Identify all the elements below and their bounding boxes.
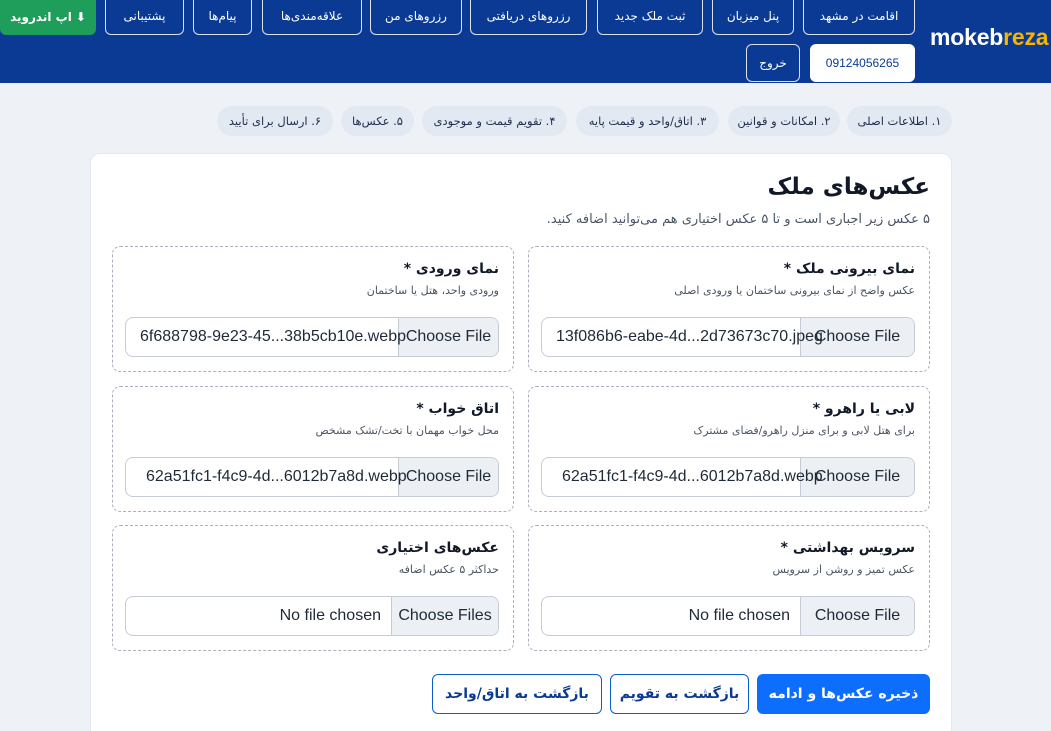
logout-button[interactable]: خروج: [746, 44, 800, 82]
selected-file-name: 6f688798-9e23-45...38b5cb10e.webp: [140, 328, 406, 345]
slot-hint: ورودی واحد، هتل یا ساختمان: [366, 284, 499, 297]
photo-slot-bedroom: اتاق خواب * محل خواب مهمان با تخت/تشک مش…: [112, 386, 514, 512]
step-price-calendar[interactable]: ۴. تقویم قیمت و موجودی: [422, 106, 567, 136]
nav-stay-mashhad-button[interactable]: اقامت در مشهد: [803, 0, 915, 35]
back-to-calendar-button[interactable]: بازگشت به تقویم: [610, 674, 749, 714]
slot-title: سرویس بهداشتی *: [780, 540, 915, 556]
save-photos-continue-button[interactable]: ذخیره عکس‌ها و ادامه: [757, 674, 930, 714]
slot-title: لابی یا راهرو *: [812, 401, 915, 417]
page-subtitle: ۵ عکس زیر اجباری است و تا ۵ عکس اختیاری …: [546, 212, 930, 227]
slot-hint: عکس تمیز و روشن از سرویس: [772, 563, 915, 576]
slot-hint: حداکثر ۵ عکس اضافه: [398, 563, 499, 576]
nav-my-bookings-button[interactable]: رزروهای من: [370, 0, 462, 35]
photo-slot-optional: عکس‌های اختیاری حداکثر ۵ عکس اضافه Choos…: [112, 525, 514, 651]
selected-file-name: 62a51fc1-f4c9-4d...6012b7a8d.webp: [146, 468, 407, 485]
selected-file-name: 62a51fc1-f4c9-4d...6012b7a8d.webp: [562, 468, 823, 485]
site-logo[interactable]: mokebreza: [930, 24, 1049, 51]
photo-slot-exterior: نمای بیرونی ملک * عکس واضح از نمای بیرون…: [528, 246, 930, 372]
entrance-file-input[interactable]: Choose File 6f688798-9e23-45...38b5cb10e…: [125, 317, 499, 357]
nav-messages-button[interactable]: پیام‌ها: [193, 0, 252, 35]
step-submit-approval[interactable]: ۶. ارسال برای تأیید: [217, 106, 333, 136]
selected-file-name: 13f086b6-eabe-4d...2d73673c70.jpeg: [556, 328, 823, 345]
selected-file-name: No file chosen: [688, 607, 790, 624]
page-title: عکس‌های ملک: [767, 174, 930, 200]
nav-support-button[interactable]: پشتیبانی: [105, 0, 184, 35]
nav-favorites-button[interactable]: علاقه‌مندی‌ها: [262, 0, 362, 35]
choose-files-button[interactable]: Choose Files: [391, 597, 498, 635]
photo-slot-bathroom: سرویس بهداشتی * عکس تمیز و روشن از سرویس…: [528, 525, 930, 651]
choose-file-button[interactable]: Choose File: [398, 318, 498, 356]
exterior-file-input[interactable]: Choose File 13f086b6-eabe-4d...2d73673c7…: [541, 317, 915, 357]
slot-title: عکس‌های اختیاری: [376, 540, 499, 556]
selected-file-name: No file chosen: [279, 607, 381, 624]
top-navbar: mokebreza اقامت در مشهد پنل میزبان ثبت م…: [0, 0, 1051, 83]
bedroom-file-input[interactable]: Choose File 62a51fc1-f4c9-4d...6012b7a8d…: [125, 457, 499, 497]
lobby-file-input[interactable]: Choose File 62a51fc1-f4c9-4d...6012b7a8d…: [541, 457, 915, 497]
slot-hint: برای هتل لابی و برای منزل راهرو/فضای مشت…: [693, 424, 915, 437]
slot-title: نمای ورودی *: [403, 261, 499, 277]
download-arrow-icon: ⬇: [75, 9, 86, 24]
slot-hint: محل خواب مهمان با تخت/تشک مشخص: [315, 424, 499, 437]
slot-hint: عکس واضح از نمای بیرونی ساختمان یا ورودی…: [674, 284, 915, 297]
android-app-button[interactable]: ⬇ اپ اندروید: [0, 0, 96, 35]
user-phone-button[interactable]: 09124056265: [810, 44, 915, 82]
nav-new-property-button[interactable]: ثبت ملک جدید: [597, 0, 703, 35]
slot-title: اتاق خواب *: [416, 401, 499, 417]
step-photos[interactable]: ۵. عکس‌ها: [341, 106, 414, 136]
optional-files-input[interactable]: Choose Files No file chosen: [125, 596, 499, 636]
nav-received-bookings-button[interactable]: رزروهای دریافتی: [470, 0, 587, 35]
bathroom-file-input[interactable]: Choose File No file chosen: [541, 596, 915, 636]
step-room-base-price[interactable]: ۳. اتاق/واحد و قیمت پایه: [576, 106, 719, 136]
choose-file-button[interactable]: Choose File: [800, 597, 914, 635]
step-main-info[interactable]: ۱. اطلاعات اصلی: [847, 106, 952, 136]
photo-slot-entrance: نمای ورودی * ورودی واحد، هتل یا ساختمان …: [112, 246, 514, 372]
step-amenities-rules[interactable]: ۲. امکانات و قوانین: [728, 106, 840, 136]
photo-slot-lobby: لابی یا راهرو * برای هتل لابی و برای منز…: [528, 386, 930, 512]
choose-file-button[interactable]: Choose File: [398, 458, 498, 496]
nav-host-panel-button[interactable]: پنل میزبان: [712, 0, 794, 35]
back-to-room-button[interactable]: بازگشت به اتاق/واحد: [432, 674, 602, 714]
slot-title: نمای بیرونی ملک *: [783, 261, 915, 277]
